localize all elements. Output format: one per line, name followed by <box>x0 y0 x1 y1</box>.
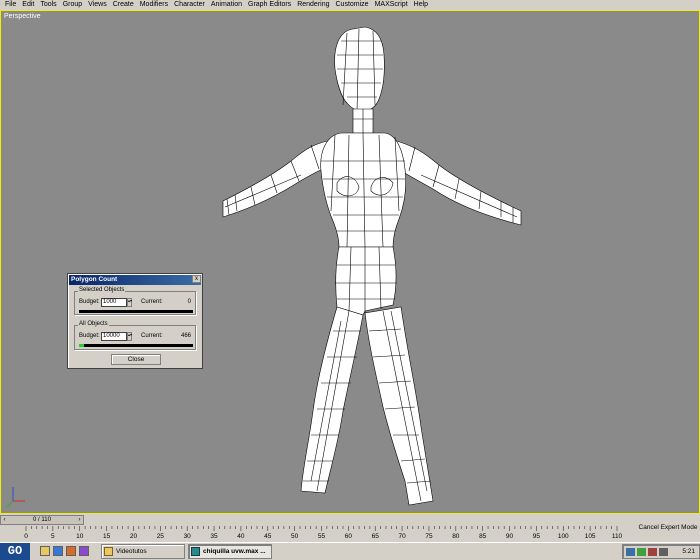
quicklaunch-app-icon[interactable] <box>79 546 89 556</box>
folder-icon <box>104 547 113 556</box>
clock[interactable]: 5:21 <box>682 545 695 558</box>
menu-views[interactable]: Views <box>85 0 110 10</box>
ruler-tick-label: 15 <box>103 533 111 540</box>
selected-count-bar <box>79 310 193 313</box>
quicklaunch-media-icon[interactable] <box>66 546 76 556</box>
all-current-value: 466 <box>180 333 191 339</box>
menu-rendering[interactable]: Rendering <box>294 0 332 10</box>
menu-bar: File Edit Tools Group Views Create Modif… <box>0 0 700 10</box>
ruler-tick-label: 50 <box>291 533 299 540</box>
ruler-tick-label: 25 <box>157 533 165 540</box>
ruler-tick-label: 100 <box>558 533 569 540</box>
task-videotutos[interactable]: Videotutos <box>101 544 185 559</box>
windows-taskbar: GO Videotutos chiquilla uvw.max ... 5:21 <box>0 542 700 560</box>
group-label: All Objects <box>78 321 109 327</box>
start-button[interactable]: GO <box>0 543 30 560</box>
time-slider[interactable]: ‹ 0 / 110 › <box>0 515 84 525</box>
menu-graph-editors[interactable]: Graph Editors <box>245 0 294 10</box>
ruler-tick-label: 20 <box>130 533 138 540</box>
speaker-icon[interactable] <box>659 548 668 556</box>
menu-maxscript[interactable]: MAXScript <box>372 0 411 10</box>
menu-help[interactable]: Help <box>411 0 431 10</box>
time-bar: ‹ 0 / 110 › 0 5 10 15 20 25 30 35 40 45 50 55 60 65 70… <box>0 514 700 542</box>
ruler-tick-label: 5 <box>51 533 55 540</box>
tray-icon[interactable] <box>637 548 646 556</box>
all-count-bar <box>79 344 193 347</box>
budget-label: Budget: <box>79 333 100 339</box>
ruler-tick-label: 65 <box>372 533 380 540</box>
selected-budget-field[interactable]: 1000 <box>101 298 127 307</box>
budget-row: Budget: 10000 ▴▾ Current: 466 <box>79 332 193 341</box>
tray-icon[interactable] <box>648 548 657 556</box>
menu-file[interactable]: File <box>2 0 19 10</box>
all-objects-group: All Objects Budget: 10000 ▴▾ Current: 46… <box>74 321 196 350</box>
ruler-tick-label: 75 <box>425 533 433 540</box>
menu-create[interactable]: Create <box>110 0 137 10</box>
selected-objects-group: Selected Objects Budget: 1000 ▴▾ Current… <box>74 287 196 315</box>
ruler-tick-label: 85 <box>479 533 487 540</box>
task-3dsmax[interactable]: chiquilla uvw.max ... <box>188 544 272 559</box>
menu-character[interactable]: Character <box>171 0 208 10</box>
ruler-tick-label: 10 <box>76 533 84 540</box>
cancel-expert-mode-button[interactable]: Cancel Expert Mode <box>636 518 700 538</box>
system-tray: 5:21 <box>622 544 700 559</box>
group-label: Selected Objects <box>78 287 126 293</box>
ruler-tick-label: 60 <box>345 533 353 540</box>
menu-tools[interactable]: Tools <box>37 0 59 10</box>
ruler-tick-label: 80 <box>452 533 460 540</box>
quicklaunch-browser-icon[interactable] <box>53 546 63 556</box>
task-label: chiquilla uvw.max ... <box>203 548 266 555</box>
axis-gizmo-icon <box>6 487 25 508</box>
arrow-left-icon[interactable]: ‹ <box>1 516 8 524</box>
quicklaunch-folder-icon[interactable] <box>40 546 50 556</box>
ruler-tick-label: 90 <box>506 533 514 540</box>
ruler-tick-label: 40 <box>237 533 245 540</box>
track-bar-ruler[interactable]: 0 5 10 15 20 25 30 35 40 45 50 55 60 65 70 75 80 85 90 95 10… <box>20 526 635 540</box>
ruler-tick-label: 95 <box>533 533 541 540</box>
ruler-tick-label: 45 <box>264 533 272 540</box>
ruler-tick-label: 35 <box>210 533 218 540</box>
perspective-viewport[interactable]: Perspective Polygon Count x Selected Obj… <box>0 10 700 514</box>
menu-modifiers[interactable]: Modifiers <box>137 0 171 10</box>
ruler-tick-label: 110 <box>612 533 623 540</box>
polygon-count-dialog: Polygon Count x Selected Objects Budget:… <box>67 273 203 369</box>
arrow-right-icon[interactable]: › <box>76 516 83 524</box>
time-slider-label: 0 / 110 <box>33 517 51 523</box>
ruler-tick-label: 30 <box>184 533 192 540</box>
all-budget-field[interactable]: 10000 <box>101 332 127 341</box>
menu-customize[interactable]: Customize <box>333 0 372 10</box>
menu-animation[interactable]: Animation <box>208 0 245 10</box>
tray-icon[interactable] <box>626 548 635 556</box>
current-label: Current: <box>141 299 163 305</box>
character-wireframe-model[interactable] <box>1 11 700 514</box>
budget-label: Budget: <box>79 299 100 305</box>
dialog-title: Polygon Count <box>69 275 201 285</box>
budget-spinner[interactable]: ▴▾ <box>127 332 132 341</box>
budget-spinner[interactable]: ▴▾ <box>127 298 132 307</box>
menu-edit[interactable]: Edit <box>19 0 37 10</box>
ruler-tick-label: 0 <box>24 533 28 540</box>
3dsmax-icon <box>191 547 200 556</box>
selected-current-value: 0 <box>187 299 191 305</box>
current-label: Current: <box>141 333 163 339</box>
all-count-fill <box>79 344 85 347</box>
task-label: Videotutos <box>116 548 147 555</box>
ruler-tick-label: 105 <box>585 533 596 540</box>
close-icon[interactable]: x <box>192 275 201 283</box>
close-button[interactable]: Close <box>111 354 161 365</box>
menu-group[interactable]: Group <box>60 0 85 10</box>
ruler-tick-label: 70 <box>398 533 406 540</box>
budget-row: Budget: 1000 ▴▾ Current: 0 <box>79 298 193 307</box>
ruler-tick-label: 55 <box>318 533 326 540</box>
